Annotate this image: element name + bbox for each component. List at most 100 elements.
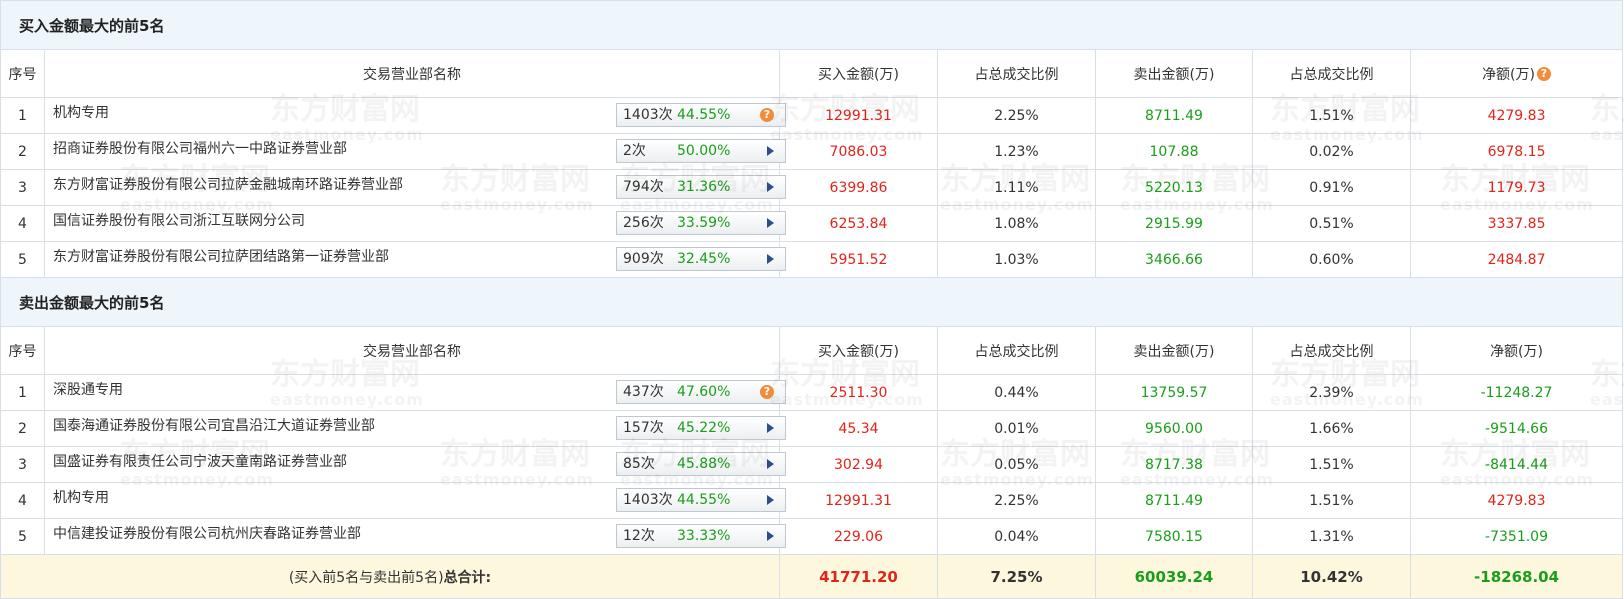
net-amount: -9514.66 xyxy=(1409,410,1624,447)
net-amount: 2484.87 xyxy=(1409,241,1624,278)
total-buy: 41771.20 xyxy=(779,554,938,599)
row-index: 3 xyxy=(0,446,45,483)
branch-name[interactable]: 东方财富证券股份有限公司拉萨金融城南环路证券营业部 xyxy=(53,168,403,203)
branch-stats-box[interactable]: 85次 45.88% xyxy=(616,452,786,476)
header-buy: 买入金额(万) xyxy=(779,49,938,98)
sell-amount: 2915.99 xyxy=(1095,205,1253,242)
expand-arrow-icon[interactable] xyxy=(767,531,774,541)
expand-arrow-icon[interactable] xyxy=(767,459,774,469)
header-sell: 卖出金额(万) xyxy=(1095,326,1253,375)
header-idx: 序号 xyxy=(0,49,45,98)
expand-arrow-icon[interactable] xyxy=(767,146,774,156)
header-net: 净额(万)? xyxy=(1409,49,1624,98)
total-sell: 60039.24 xyxy=(1095,554,1253,599)
buy-ratio: 0.44% xyxy=(937,374,1096,411)
net-amount: -11248.27 xyxy=(1409,374,1624,411)
sell-amount: 3466.66 xyxy=(1095,241,1253,278)
buy-amount: 2511.30 xyxy=(779,374,938,411)
branch-stats-box[interactable]: 256次 33.59% xyxy=(616,211,786,235)
header-net-label: 净额(万) xyxy=(1482,66,1535,83)
branch-name[interactable]: 国盛证券有限责任公司宁波天童南路证券营业部 xyxy=(53,445,347,480)
branch-name[interactable]: 招商证券股份有限公司福州六一中路证券营业部 xyxy=(53,132,347,167)
expand-arrow-icon[interactable] xyxy=(767,423,774,433)
row-index: 4 xyxy=(0,205,45,242)
help-icon[interactable]: ? xyxy=(760,385,774,399)
total-net: -18268.04 xyxy=(1409,554,1624,599)
table-row: 3 国盛证券有限责任公司宁波天童南路证券营业部 85次 45.88% 302.94 0.0… xyxy=(0,445,1624,483)
table-row: 3 东方财富证券股份有限公司拉萨金融城南环路证券营业部 794次 31.36% 6399… xyxy=(0,168,1624,206)
sell-section-title: 卖出金额最大的前5名 xyxy=(0,277,1624,327)
header-idx: 序号 xyxy=(0,326,45,375)
branch-count: 1403次 xyxy=(623,492,673,508)
branch-rate: 47.60% xyxy=(677,384,731,400)
branch-count: 909次 xyxy=(623,251,664,267)
branch-stats-box[interactable]: 437次 47.60%? xyxy=(616,380,786,404)
row-index: 3 xyxy=(0,169,45,206)
net-amount: 4279.83 xyxy=(1409,97,1624,134)
buy-amount: 12991.31 xyxy=(779,97,938,134)
table-row: 4 国信证券股份有限公司浙江互联网分公司 256次 33.59% 6253.84 1.08… xyxy=(0,204,1624,242)
branch-cell: 国盛证券有限责任公司宁波天童南路证券营业部 85次 45.88% xyxy=(44,445,786,483)
branch-rate: 33.59% xyxy=(677,215,731,231)
branch-stats-box[interactable]: 1403次 44.55%? xyxy=(616,103,786,127)
table-row: 5 中信建投证券股份有限公司杭州庆春路证券营业部 12次 33.33% 229.06 0.… xyxy=(0,517,1624,555)
lhb-table: 买入金额最大的前5名 序号 交易营业部名称 买入金额(万) 占总成交比例 卖出金… xyxy=(0,0,1624,599)
branch-rate: 45.22% xyxy=(677,420,731,436)
sell-ratio: 0.02% xyxy=(1252,133,1411,170)
buy-ratio: 0.05% xyxy=(937,446,1096,483)
buy-amount: 6399.86 xyxy=(779,169,938,206)
expand-arrow-icon[interactable] xyxy=(767,218,774,228)
buy-amount: 12991.31 xyxy=(779,482,938,519)
branch-name[interactable]: 国信证券股份有限公司浙江互联网分公司 xyxy=(53,204,305,239)
branch-stats-box[interactable]: 12次 33.33% xyxy=(616,524,786,548)
branch-rate: 45.88% xyxy=(677,456,731,472)
total-label-bold: 总合计: xyxy=(443,569,492,586)
net-amount: 3337.85 xyxy=(1409,205,1624,242)
sell-amount: 8717.38 xyxy=(1095,446,1253,483)
header-buy: 买入金额(万) xyxy=(779,326,938,375)
sell-ratio: 2.39% xyxy=(1252,374,1411,411)
buy-amount: 7086.03 xyxy=(779,133,938,170)
total-label: (买入前5名与卖出前5名)总合计: xyxy=(0,554,780,599)
total-buy-pct: 7.25% xyxy=(937,554,1096,599)
branch-name[interactable]: 东方财富证券股份有限公司拉萨团结路第一证券营业部 xyxy=(53,240,389,275)
help-icon[interactable]: ? xyxy=(1537,66,1551,81)
branch-stats-box[interactable]: 157次 45.22% xyxy=(616,416,786,440)
table-row: 4 机构专用 1403次 44.55% 12991.31 2.25% 8711.49 1.51… xyxy=(0,481,1624,519)
branch-name[interactable]: 国泰海通证券股份有限公司宜昌沿江大道证券营业部 xyxy=(53,409,375,444)
branch-name[interactable]: 机构专用 xyxy=(53,481,109,516)
branch-rate: 44.55% xyxy=(677,492,731,508)
net-amount: -7351.09 xyxy=(1409,518,1624,555)
table-row: 1 机构专用 1403次 44.55%? 12991.31 2.25% 8711.49 1.5… xyxy=(0,96,1624,134)
header-net: 净额(万) xyxy=(1409,326,1624,375)
sell-ratio: 0.60% xyxy=(1252,241,1411,278)
branch-stats-box[interactable]: 909次 32.45% xyxy=(616,247,786,271)
branch-count: 256次 xyxy=(623,215,664,231)
buy-ratio: 1.11% xyxy=(937,169,1096,206)
branch-stats-box[interactable]: 794次 31.36% xyxy=(616,175,786,199)
branch-count: 85次 xyxy=(623,456,655,472)
table-row: 2 国泰海通证券股份有限公司宜昌沿江大道证券营业部 157次 45.22% 45.34 0… xyxy=(0,409,1624,447)
expand-arrow-icon[interactable] xyxy=(767,495,774,505)
help-icon[interactable]: ? xyxy=(760,108,774,122)
table-row: 2 招商证券股份有限公司福州六一中路证券营业部 2次 50.00% 7086.03 1.2… xyxy=(0,132,1624,170)
branch-rate: 50.00% xyxy=(677,143,731,159)
buy-ratio: 0.01% xyxy=(937,410,1096,447)
branch-name[interactable]: 机构专用 xyxy=(53,96,109,131)
branch-rate: 44.55% xyxy=(677,107,731,123)
branch-name[interactable]: 中信建投证券股份有限公司杭州庆春路证券营业部 xyxy=(53,517,361,552)
expand-arrow-icon[interactable] xyxy=(767,254,774,264)
row-index: 1 xyxy=(0,374,45,411)
branch-name[interactable]: 深股通专用 xyxy=(53,373,123,408)
branch-rate: 32.45% xyxy=(677,251,731,267)
branch-cell: 招商证券股份有限公司福州六一中路证券营业部 2次 50.00% xyxy=(44,132,786,170)
branch-cell: 机构专用 1403次 44.55% xyxy=(44,481,786,519)
sell-amount: 7580.15 xyxy=(1095,518,1253,555)
branch-count: 157次 xyxy=(623,420,664,436)
buy-ratio: 1.08% xyxy=(937,205,1096,242)
expand-arrow-icon[interactable] xyxy=(767,182,774,192)
branch-stats-box[interactable]: 1403次 44.55% xyxy=(616,488,786,512)
branch-stats-box[interactable]: 2次 50.00% xyxy=(616,139,786,163)
table-row: 1 深股通专用 437次 47.60%? 2511.30 0.44% 13759.57 2.3… xyxy=(0,373,1624,411)
buy-ratio: 1.03% xyxy=(937,241,1096,278)
